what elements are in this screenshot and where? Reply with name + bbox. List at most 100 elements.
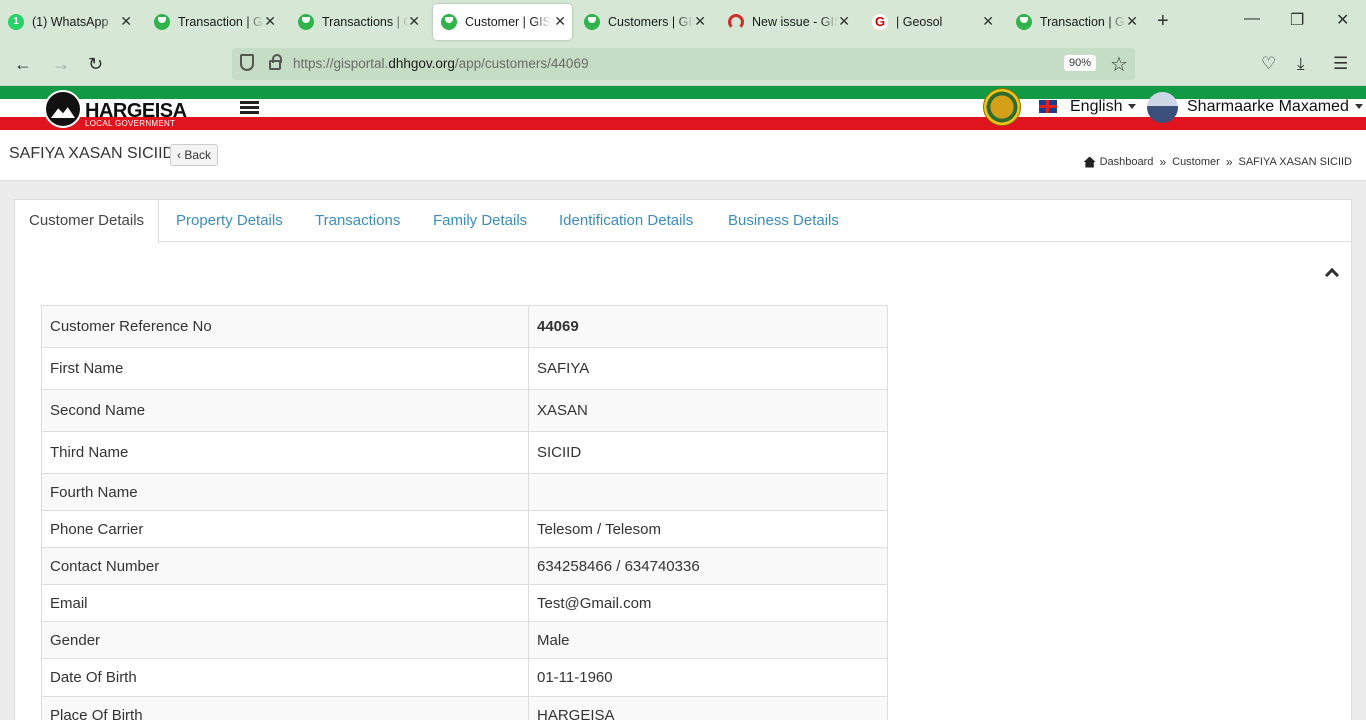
shield-icon[interactable] xyxy=(240,54,254,71)
caret-down-icon xyxy=(1354,104,1363,110)
home-icon xyxy=(1083,156,1096,168)
app-header: HARGEISA LOCAL GOVERNMENT English Sharma… xyxy=(0,86,1366,131)
browser-tab-transaction-2[interactable]: Transaction | GIS Portal ✕ xyxy=(1016,4,1144,40)
close-tab-icon[interactable]: ✕ xyxy=(694,14,706,28)
browser-tab-new-issue[interactable]: New issue - GIS-Portal ✕ xyxy=(728,4,856,40)
customer-reference-value: 44069 xyxy=(537,318,579,335)
coat-of-arms-icon xyxy=(983,88,1021,126)
tab-customer-details[interactable]: Customer Details xyxy=(15,200,160,243)
browser-tab-customers[interactable]: Customers | GIS Portal ✕ xyxy=(584,4,712,40)
gis-logo-icon xyxy=(584,14,600,30)
close-tab-icon[interactable]: ✕ xyxy=(408,14,420,28)
table-row: Place Of Birth HARGEISA xyxy=(41,696,888,720)
row-label: Contact Number xyxy=(41,547,529,585)
minimize-icon[interactable]: — xyxy=(1244,10,1260,28)
page-title: SAFIYA XASAN SICIID xyxy=(9,145,175,162)
gis-logo-icon xyxy=(298,14,314,30)
user-name: Sharmaarke Maxamed xyxy=(1187,98,1349,115)
close-tab-icon[interactable]: ✕ xyxy=(982,14,994,28)
download-icon[interactable]: ⤓ xyxy=(1297,54,1305,74)
browser-tab-strip: 1 (1) WhatsApp ✕ Transaction | GIS Porta… xyxy=(0,0,1366,44)
browser-tab-transactions[interactable]: Transactions | GIS Portal ✕ xyxy=(298,4,426,40)
back-button-label: Back xyxy=(184,148,212,162)
language-dropdown[interactable]: English xyxy=(1070,98,1137,116)
table-row: Customer Reference No 44069 xyxy=(41,305,888,348)
browser-tab-geosol[interactable]: G | Geosol ✕ xyxy=(872,4,1000,40)
breadcrumb-customer[interactable]: Customer xyxy=(1172,156,1220,168)
row-label: Second Name xyxy=(41,389,529,432)
url-text[interactable]: https://gisportal.dhhgov.org/app/custome… xyxy=(293,56,588,71)
row-value: 44069 xyxy=(528,305,888,348)
pocket-icon[interactable]: ♡ xyxy=(1261,54,1276,74)
row-label: First Name xyxy=(41,347,529,390)
geosol-icon: G xyxy=(872,14,888,30)
browser-tab-title: | Geosol xyxy=(896,15,943,29)
table-row: Date Of Birth 01-11-1960 xyxy=(41,658,888,697)
zoom-level-badge[interactable]: 90% xyxy=(1064,55,1097,71)
gitlab-icon xyxy=(728,14,744,30)
close-window-icon[interactable]: ✕ xyxy=(1336,10,1349,30)
logo-emblem-icon xyxy=(44,90,82,128)
breadcrumb-dashboard[interactable]: Dashboard xyxy=(1100,156,1154,168)
url-path: /app/customers/44069 xyxy=(454,56,589,71)
row-value: Male xyxy=(528,621,888,659)
lock-icon[interactable] xyxy=(269,54,282,70)
row-value xyxy=(528,473,888,511)
browser-tab-whatsapp[interactable]: 1 (1) WhatsApp ✕ xyxy=(8,4,138,40)
details-tabs: Customer Details Property Details Transa… xyxy=(15,200,1351,243)
uk-flag-icon xyxy=(1039,100,1057,113)
table-row: Gender Male xyxy=(41,621,888,659)
forward-arrow-icon[interactable]: → xyxy=(52,54,70,74)
user-menu[interactable]: Sharmaarke Maxamed xyxy=(1187,98,1363,116)
collapse-chevron-icon[interactable] xyxy=(1325,266,1337,278)
bookmark-star-icon[interactable]: ☆ xyxy=(1110,52,1128,77)
caret-down-icon xyxy=(1128,104,1137,110)
tab-identification-details[interactable]: Identification Details xyxy=(545,200,707,242)
new-tab-icon[interactable]: + xyxy=(1157,11,1169,31)
tab-business-details[interactable]: Business Details xyxy=(714,200,853,242)
row-value: 01-11-1960 xyxy=(528,658,888,697)
address-bar[interactable]: https://gisportal.dhhgov.org/app/custome… xyxy=(232,48,1135,80)
close-tab-icon[interactable]: ✕ xyxy=(120,14,132,28)
row-label: Date Of Birth xyxy=(41,658,529,697)
restore-icon[interactable]: ❐ xyxy=(1290,10,1304,30)
reload-icon[interactable]: ↻ xyxy=(88,54,103,74)
browser-tab-title: Customer | GIS Portal xyxy=(465,15,551,29)
close-tab-icon[interactable]: ✕ xyxy=(1126,14,1138,28)
chevron-left-icon: ‹ xyxy=(177,148,181,162)
back-button[interactable]: ‹ Back xyxy=(170,144,219,166)
close-tab-icon[interactable]: ✕ xyxy=(264,14,276,28)
breadcrumb-separator: » xyxy=(1159,155,1167,169)
tab-family-details[interactable]: Family Details xyxy=(419,200,541,242)
customer-card: Customer Details Property Details Transa… xyxy=(14,199,1352,720)
hargeisa-logo[interactable]: HARGEISA LOCAL GOVERNMENT xyxy=(44,90,187,130)
row-value: 634258466 / 634740336 xyxy=(528,547,888,585)
row-label: Email xyxy=(41,584,529,622)
tab-transactions[interactable]: Transactions xyxy=(301,200,414,242)
row-value: Telesom / Telesom xyxy=(528,510,888,548)
page-heading: SAFIYA XASAN SICIID ‹ Back Dashboard » C… xyxy=(0,131,1366,181)
gis-logo-icon xyxy=(1016,14,1032,30)
close-tab-icon[interactable]: ✕ xyxy=(838,14,850,28)
row-value: Test@Gmail.com xyxy=(528,584,888,622)
logo-subtitle: LOCAL GOVERNMENT xyxy=(85,119,176,128)
browser-tab-customer[interactable]: Customer | GIS Portal ✕ xyxy=(433,4,572,40)
language-label: English xyxy=(1070,98,1123,115)
back-arrow-icon[interactable]: ← xyxy=(14,54,32,74)
browser-tab-title: Transaction | GIS Portal xyxy=(1040,15,1126,29)
close-tab-icon[interactable]: ✕ xyxy=(554,14,566,28)
browser-tab-transaction[interactable]: Transaction | GIS Portal ✕ xyxy=(154,4,282,40)
row-label: Customer Reference No xyxy=(41,305,529,348)
table-row: First Name SAFIYA xyxy=(41,347,888,390)
table-row: Fourth Name xyxy=(41,473,888,511)
whatsapp-icon: 1 xyxy=(8,14,24,30)
tab-property-details[interactable]: Property Details xyxy=(162,200,297,242)
sidebar-toggle-icon[interactable] xyxy=(240,101,259,115)
browser-tab-title: Customers | GIS Portal xyxy=(608,15,694,29)
menu-icon[interactable]: ☰ xyxy=(1333,54,1348,74)
avatar[interactable] xyxy=(1147,92,1178,123)
gis-logo-icon xyxy=(154,14,170,30)
gis-logo-icon xyxy=(441,14,457,30)
browser-nav-bar: ← → ↻ https://gisportal.dhhgov.org/app/c… xyxy=(0,44,1366,86)
row-value: HARGEISA xyxy=(528,696,888,720)
